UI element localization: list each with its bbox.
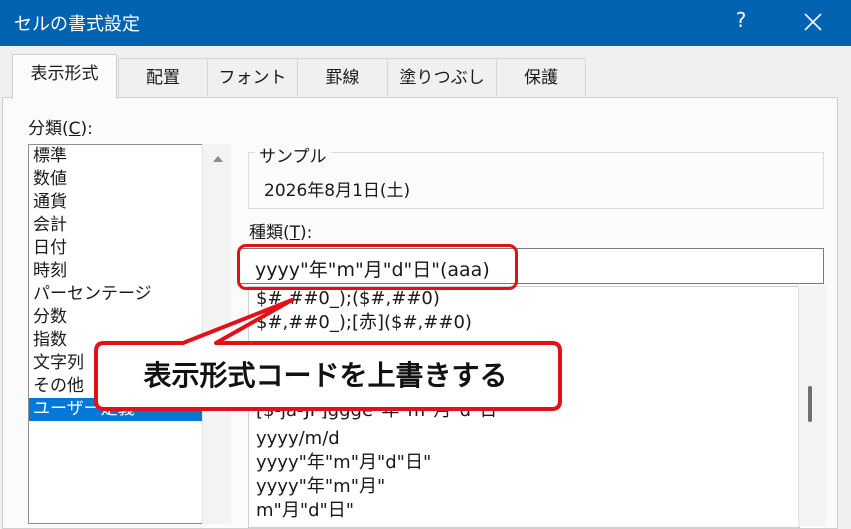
category-label: 分類(C): xyxy=(28,119,93,139)
list-item[interactable]: 時刻 xyxy=(33,260,67,283)
tab-protection[interactable]: 保護 xyxy=(496,58,586,96)
tab-border[interactable]: 罫線 xyxy=(297,58,388,96)
category-scrollbar[interactable] xyxy=(202,144,231,524)
list-item[interactable]: $#,##0_);[赤]($#,##0) xyxy=(256,311,472,335)
list-item[interactable]: 数値 xyxy=(33,168,67,191)
sample-legend: サンプル xyxy=(255,142,331,167)
list-item[interactable]: yyyy"年"m"月"d"日" xyxy=(256,451,431,475)
tab-strip: 表示形式 配置 フォント 罫線 塗りつぶし 保護 xyxy=(0,46,851,99)
help-button[interactable]: ? xyxy=(728,8,754,32)
list-item[interactable]: パーセンテージ xyxy=(33,283,152,306)
list-item[interactable]: 通貨 xyxy=(33,191,67,214)
tab-number-format[interactable]: 表示形式 xyxy=(12,54,117,99)
scroll-up-icon[interactable] xyxy=(213,156,223,162)
tab-font[interactable]: フォント xyxy=(207,58,298,96)
list-item[interactable]: 分数 xyxy=(33,306,67,329)
type-label: 種類(T): xyxy=(249,223,313,243)
list-item[interactable]: その他 xyxy=(33,375,84,398)
list-item[interactable]: 標準 xyxy=(33,145,67,168)
title-bar: セルの書式設定 ? xyxy=(0,0,851,46)
scroll-thumb[interactable] xyxy=(808,386,812,422)
sample-value: 2026年8月1日(土) xyxy=(264,181,411,201)
list-item[interactable]: m"月"d"日" xyxy=(256,499,354,523)
format-code-input[interactable]: yyyy"年"m"月"d"日"(aaa) xyxy=(238,248,824,284)
list-item[interactable]: yyyy/m/d xyxy=(256,427,340,451)
close-icon xyxy=(804,13,822,31)
tab-alignment[interactable]: 配置 xyxy=(118,58,208,96)
format-scrollbar[interactable] xyxy=(798,286,826,526)
list-item[interactable]: 日付 xyxy=(33,237,67,260)
list-item[interactable]: 文字列 xyxy=(33,352,84,375)
callout-text: 表示形式コードを上書きする xyxy=(143,359,508,392)
category-list[interactable]: 標準 数値 通貨 会計 日付 時刻 パーセンテージ 分数 指数 文字列 その他 … xyxy=(28,144,231,524)
tab-fill[interactable]: 塗りつぶし xyxy=(387,58,497,96)
list-item[interactable]: 会計 xyxy=(33,214,67,237)
list-item[interactable]: yyyy"年"m"月" xyxy=(256,475,385,499)
close-button[interactable] xyxy=(796,6,830,38)
list-item[interactable]: 指数 xyxy=(33,329,67,352)
window-title: セルの書式設定 xyxy=(14,14,140,35)
list-item[interactable]: $#,##0_);($#,##0) xyxy=(256,287,440,311)
